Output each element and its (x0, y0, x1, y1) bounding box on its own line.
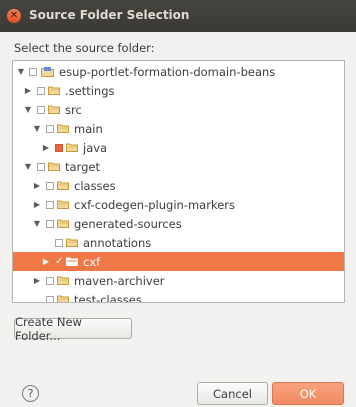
folder-icon (57, 124, 69, 133)
expand-arrow-right-icon[interactable]: ▶ (42, 257, 50, 266)
tree-item-settings[interactable]: ▶ .settings (13, 81, 344, 100)
folder-icon (48, 86, 60, 95)
ok-button[interactable]: OK (272, 382, 344, 405)
tree-item-label: .settings (65, 83, 115, 98)
tree-item-esup-portlet-formation-domain-beans[interactable]: ▼ esup-portlet-formation-domain-beans (13, 62, 344, 81)
folder-icon (66, 257, 78, 266)
tree-item-label: cxf (83, 254, 101, 269)
checkbox[interactable] (55, 238, 63, 247)
tree-item-label: target (65, 159, 100, 174)
tree-item-cxf-codegen-plugin-markers[interactable]: ▶ cxf-codegen-plugin-markers (13, 195, 344, 214)
tree-item-test-classes[interactable]: test-classes (13, 290, 344, 303)
create-new-folder-button[interactable]: Create New Folder... (14, 315, 132, 343)
folder-icon (48, 162, 60, 171)
expand-arrow-right-icon[interactable]: ▶ (33, 276, 41, 285)
prompt-label: Select the source folder: (14, 41, 155, 55)
checkbox[interactable] (37, 105, 45, 114)
tree-item-generated-sources[interactable]: ▼ generated-sources (13, 214, 344, 233)
checkbox[interactable] (46, 181, 54, 190)
tree-item-label: esup-portlet-formation-domain-beans (59, 64, 276, 79)
tree-item-label: cxf-codegen-plugin-markers (74, 197, 235, 212)
tree-item-label: src (65, 102, 82, 117)
close-icon[interactable]: ✕ (7, 9, 21, 23)
tree-item-label: generated-sources (74, 216, 182, 231)
folder-icon (57, 295, 69, 302)
help-icon[interactable]: ? (22, 385, 39, 402)
folder-icon (48, 105, 60, 114)
checkbox[interactable] (55, 143, 63, 152)
tree-item-main[interactable]: ▼ main (13, 119, 344, 138)
window-title: Source Folder Selection (29, 8, 190, 22)
expand-arrow-right-icon[interactable]: ▶ (24, 86, 32, 95)
checkbox[interactable] (46, 295, 54, 302)
checkbox[interactable] (29, 67, 37, 76)
checkbox[interactable]: ✓ (55, 256, 65, 266)
folder-icon (57, 276, 69, 285)
expand-arrow-down-icon[interactable]: ▼ (24, 162, 32, 171)
tree-item-cxf[interactable]: ▶ ✓ cxf (13, 252, 344, 271)
expand-arrow-right-icon[interactable]: ▶ (33, 181, 41, 190)
tree-item-label: maven-archiver (74, 273, 165, 288)
project-folder-icon (41, 67, 54, 77)
checkbox[interactable] (46, 124, 54, 133)
tree-item-label: classes (74, 178, 116, 193)
tree-item-label: test-classes (74, 292, 142, 303)
tree-item-src[interactable]: ▼ src (13, 100, 344, 119)
expand-arrow-down-icon[interactable]: ▼ (24, 105, 32, 114)
expand-arrow-down-icon[interactable]: ▼ (33, 124, 41, 133)
cancel-button[interactable]: Cancel (197, 382, 268, 405)
expand-arrow-down-icon[interactable]: ▼ (17, 67, 25, 76)
tree-item-label: main (74, 121, 103, 136)
folder-icon (57, 200, 69, 209)
folder-icon (57, 219, 69, 228)
tree-item-annotations[interactable]: annotations (13, 233, 344, 252)
checkbox[interactable] (46, 200, 54, 209)
checkbox[interactable] (37, 86, 45, 95)
tree-item-label: java (83, 140, 108, 155)
expand-arrow-right-icon[interactable]: ▶ (33, 200, 41, 209)
expand-arrow-right-icon[interactable]: ▶ (42, 143, 50, 152)
tree-item-classes[interactable]: ▶ classes (13, 176, 344, 195)
folder-icon (57, 181, 69, 190)
expand-arrow-down-icon[interactable]: ▼ (33, 219, 41, 228)
folder-tree[interactable]: ▼ esup-portlet-formation-domain-beans ▶ .se… (12, 60, 345, 303)
folder-icon (66, 143, 78, 152)
folder-icon (66, 238, 78, 247)
checkbox[interactable] (46, 219, 54, 228)
tree-item-target[interactable]: ▼ target (13, 157, 344, 176)
dialog-window: ✕ Source Folder Selection Select the sou… (0, 0, 356, 407)
tree-item-label: annotations (83, 235, 152, 250)
checkbox[interactable] (46, 276, 54, 285)
tree-item-java[interactable]: ▶ java (13, 138, 344, 157)
checkbox[interactable] (37, 162, 45, 171)
title-bar: ✕ Source Folder Selection (0, 0, 356, 32)
tree-item-maven-archiver[interactable]: ▶ maven-archiver (13, 271, 344, 290)
